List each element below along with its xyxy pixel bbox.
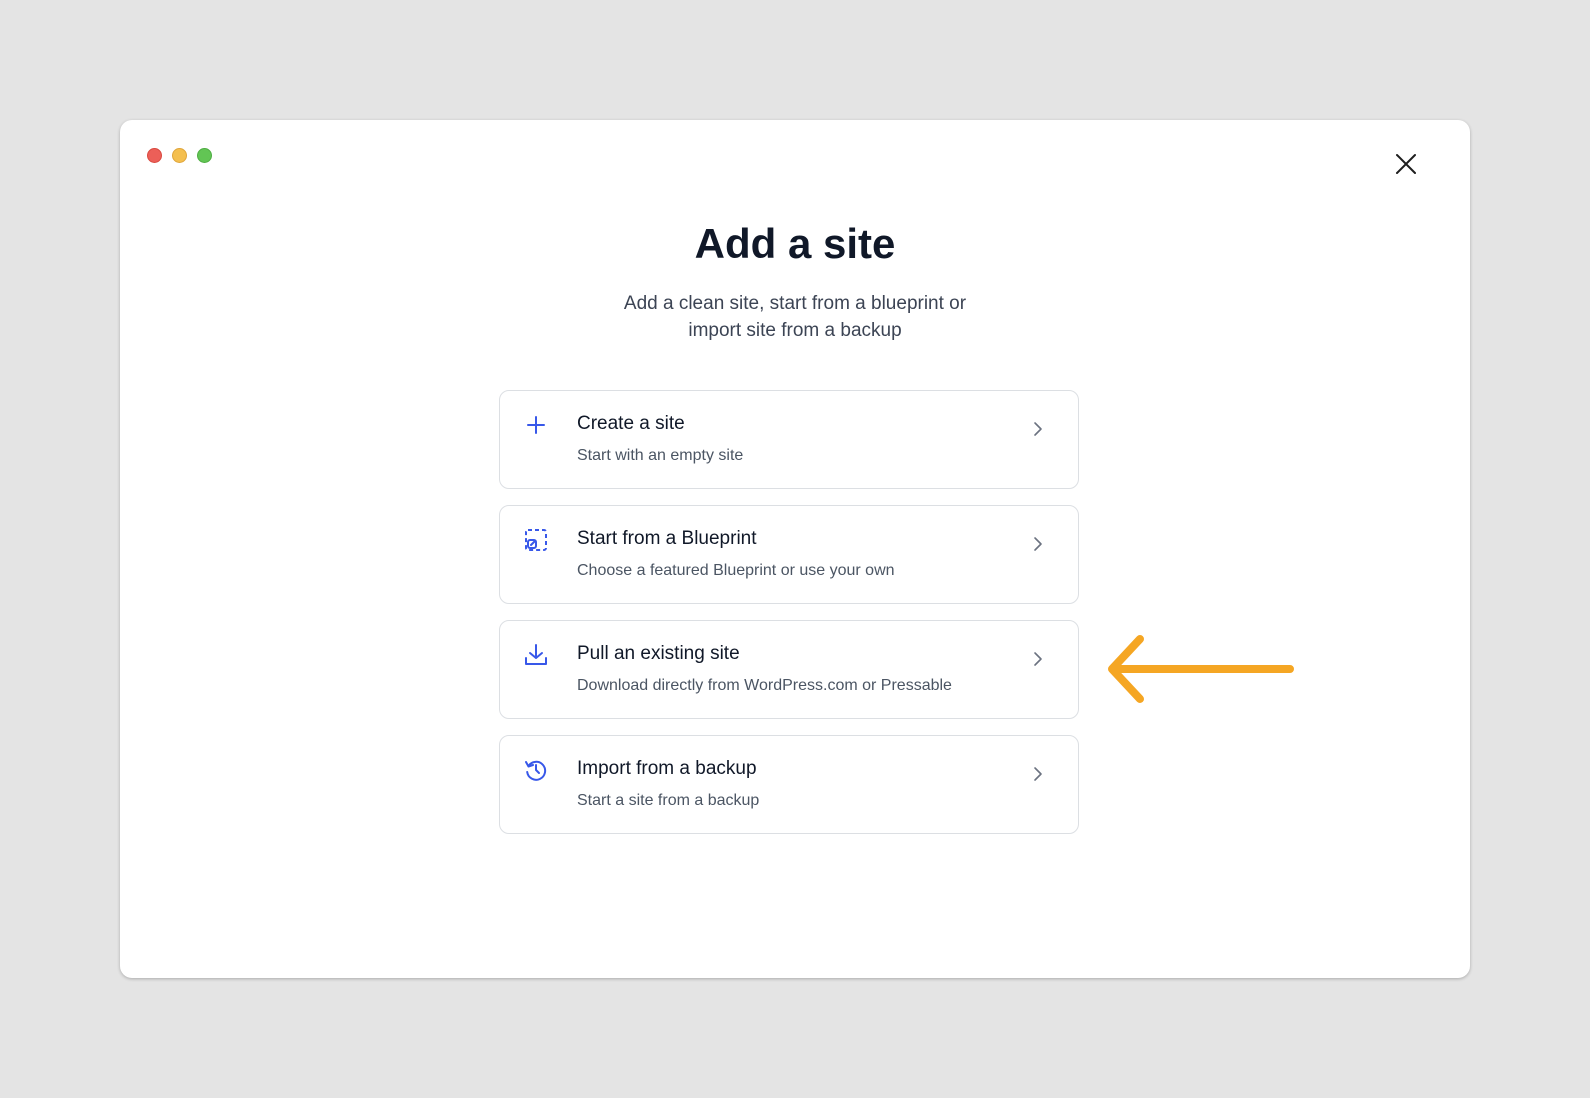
option-label: Pull an existing site <box>577 643 740 664</box>
option-description: Start a site from a backup <box>577 792 760 809</box>
chevron-right-icon <box>1034 422 1042 436</box>
close-window-button[interactable] <box>147 148 162 163</box>
option-label: Create a site <box>577 413 685 434</box>
chevron-right-icon <box>1034 652 1042 666</box>
plus-icon <box>527 416 545 434</box>
annotation-arrow-icon <box>1108 635 1294 703</box>
minimize-window-button[interactable] <box>172 148 187 163</box>
create-site-option[interactable]: Create a site Start with an empty site <box>499 390 1079 489</box>
site-options-list: Create a site Start with an empty site S… <box>499 390 1079 850</box>
page-subtitle: Add a clean site, start from a blueprint… <box>623 293 967 341</box>
blueprint-icon <box>525 529 547 551</box>
close-dialog-button[interactable] <box>1392 150 1420 178</box>
page-title: Add a site <box>694 220 896 267</box>
close-icon <box>1396 154 1416 174</box>
chevron-right-icon <box>1034 767 1042 781</box>
blueprint-option[interactable]: Start from a Blueprint Choose a featured… <box>499 505 1079 604</box>
chevron-right-icon <box>1034 537 1042 551</box>
download-icon <box>525 644 547 665</box>
window-controls <box>147 148 212 163</box>
option-label: Import from a backup <box>577 758 757 779</box>
add-site-window: Add a site Add a clean site, start from … <box>120 120 1470 978</box>
option-label: Start from a Blueprint <box>577 528 757 549</box>
history-icon <box>525 760 547 781</box>
option-description: Choose a featured Blueprint or use your … <box>577 562 895 579</box>
maximize-window-button[interactable] <box>197 148 212 163</box>
option-description: Start with an empty site <box>577 447 744 464</box>
pull-existing-site-option[interactable]: Pull an existing site Download directly … <box>499 620 1079 719</box>
import-backup-option[interactable]: Import from a backup Start a site from a… <box>499 735 1079 834</box>
option-description: Download directly from WordPress.com or … <box>577 677 952 694</box>
